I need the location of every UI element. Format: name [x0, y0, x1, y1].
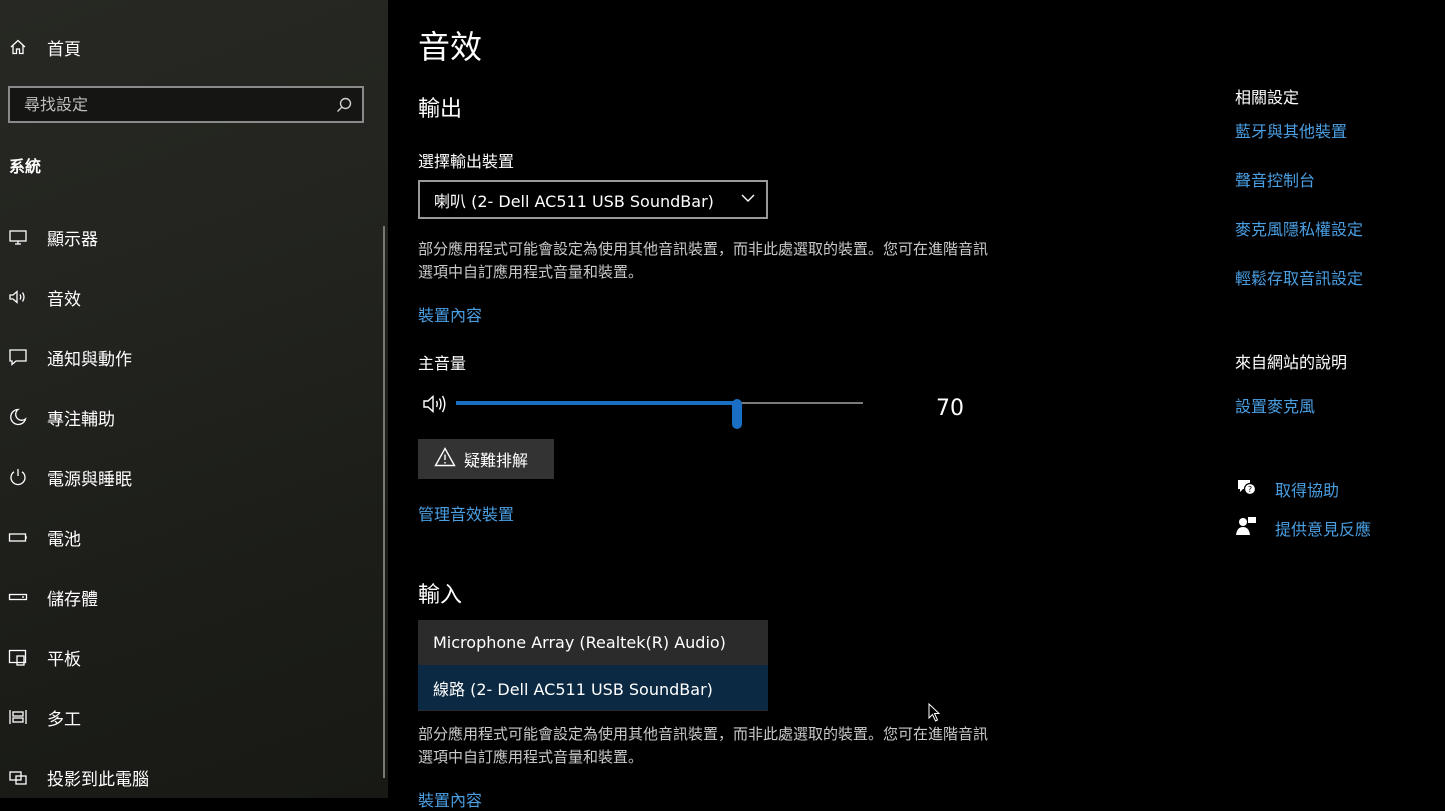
volume-slider-thumb[interactable]	[731, 399, 742, 429]
related-settings-panel: 相關設定 藍牙與其他裝置 聲音控制台 麥克風隱私權設定 輕鬆存取音訊設定 來自網…	[1235, 0, 1445, 798]
sidebar-item-storage[interactable]: 儲存體	[0, 567, 380, 627]
sidebar-item-sound[interactable]: 音效	[0, 267, 380, 327]
notification-icon	[8, 347, 28, 367]
output-device-value: 喇叭 (2- Dell AC511 USB SoundBar)	[434, 191, 714, 211]
power-icon	[8, 467, 28, 487]
mouse-cursor-icon	[928, 703, 941, 722]
search-input[interactable]	[10, 94, 335, 115]
feedback-link[interactable]: 提供意見反應	[1235, 515, 1371, 541]
input-note: 部分應用程式可能會設定為使用其他音訊裝置，而非此處選取的裝置。您可在進階音訊選項…	[418, 725, 989, 766]
sidebar-item-label: 通知與動作	[47, 349, 132, 370]
sidebar-item-tablet[interactable]: 平板	[0, 627, 380, 687]
help-chat-icon: ?	[1235, 476, 1275, 502]
master-volume-label: 主音量	[418, 354, 467, 373]
input-device-list[interactable]: Microphone Array (Realtek(R) Audio) 線路 (…	[418, 620, 768, 711]
web-link-setup-microphone[interactable]: 設置麥克風	[1235, 393, 1315, 417]
sidebar-item-label: 電源與睡眠	[47, 469, 132, 490]
chevron-down-icon	[740, 190, 756, 210]
sidebar-item-power-sleep[interactable]: 電源與睡眠	[0, 447, 380, 507]
related-link-sound-control-panel[interactable]: 聲音控制台	[1235, 167, 1315, 191]
speaker-volume-icon[interactable]	[422, 391, 448, 417]
volume-slider-track[interactable]	[456, 399, 863, 429]
input-option-microphone-array[interactable]: Microphone Array (Realtek(R) Audio)	[418, 620, 768, 665]
related-link-ease-of-access-audio[interactable]: 輕鬆存取音訊設定	[1235, 265, 1363, 289]
page-title: 音效	[418, 28, 483, 66]
output-note: 部分應用程式可能會設定為使用其他音訊裝置，而非此處選取的裝置。您可在進階音訊選項…	[418, 240, 989, 281]
input-option-line-soundbar[interactable]: 線路 (2- Dell AC511 USB SoundBar)	[418, 665, 768, 710]
battery-icon	[8, 527, 28, 547]
output-device-dropdown[interactable]: 喇叭 (2- Dell AC511 USB SoundBar)	[418, 180, 768, 219]
speaker-icon	[8, 287, 28, 307]
main-content: 音效 輸出 選擇輸出裝置 喇叭 (2- Dell AC511 USB Sound…	[418, 0, 1198, 810]
related-link-bluetooth[interactable]: 藍牙與其他裝置	[1235, 118, 1347, 142]
output-device-label: 選擇輸出裝置	[418, 152, 515, 171]
feedback-person-icon	[1235, 515, 1275, 541]
volume-value: 70	[936, 396, 964, 421]
related-settings-heading: 相關設定	[1235, 88, 1300, 107]
sidebar-item-focus-assist[interactable]: 專注輔助	[0, 387, 380, 447]
volume-slider-fill	[456, 401, 737, 405]
sidebar-item-label: 儲存體	[47, 589, 98, 610]
output-heading: 輸出	[418, 97, 463, 122]
sidebar-item-notifications[interactable]: 通知與動作	[0, 327, 380, 387]
web-help-heading: 來自網站的說明	[1235, 353, 1348, 372]
warning-icon	[434, 446, 464, 472]
feedback-label: 提供意見反應	[1275, 520, 1372, 539]
sidebar-item-project[interactable]: 投影到此電腦	[0, 747, 380, 807]
sidebar-section-title: 系統	[9, 157, 42, 176]
storage-icon	[8, 587, 28, 607]
multitask-icon	[8, 707, 28, 727]
sidebar-item-label: 專注輔助	[47, 409, 115, 430]
moon-icon	[8, 407, 28, 427]
sidebar-item-label: 顯示器	[47, 229, 98, 250]
get-help-link[interactable]: ? 取得協助	[1235, 476, 1339, 502]
volume-row: 70	[418, 390, 978, 429]
tablet-icon	[8, 647, 28, 667]
troubleshoot-label: 疑難排解	[464, 451, 529, 470]
search-box[interactable]	[8, 86, 364, 123]
sidebar-item-label: 投影到此電腦	[47, 769, 149, 790]
home-icon	[8, 37, 28, 57]
manage-sound-devices-link[interactable]: 管理音效裝置	[418, 501, 514, 525]
sidebar-item-label: 電池	[47, 529, 81, 550]
output-device-properties-link[interactable]: 裝置內容	[418, 302, 482, 326]
sidebar-home[interactable]: 首頁	[0, 30, 380, 64]
svg-text:?: ?	[1248, 485, 1252, 494]
get-help-label: 取得協助	[1275, 481, 1340, 500]
sidebar-item-battery[interactable]: 電池	[0, 507, 380, 567]
sidebar-nav: 顯示器 音效 通知與動作 專注輔助 電源與睡眠 電池 儲存體 平板 多工 投影到…	[0, 207, 380, 807]
sidebar-item-label: 平板	[47, 649, 81, 670]
sidebar: 首頁 系統 顯示器 音效 通知與動作	[0, 0, 388, 798]
input-heading: 輸入	[418, 583, 463, 608]
sidebar-item-multitasking[interactable]: 多工	[0, 687, 380, 747]
sidebar-item-display[interactable]: 顯示器	[0, 207, 380, 267]
related-link-mic-privacy[interactable]: 麥克風隱私權設定	[1235, 216, 1363, 240]
project-icon	[8, 767, 28, 787]
search-icon[interactable]	[335, 96, 353, 114]
sidebar-item-label: 音效	[47, 289, 81, 310]
monitor-icon	[8, 227, 28, 247]
troubleshoot-button[interactable]: 疑難排解	[418, 439, 554, 479]
sidebar-item-label: 多工	[47, 709, 81, 730]
sidebar-scrollbar[interactable]	[383, 226, 385, 778]
sidebar-home-label: 首頁	[47, 39, 81, 60]
input-device-properties-link[interactable]: 裝置內容	[418, 787, 482, 811]
